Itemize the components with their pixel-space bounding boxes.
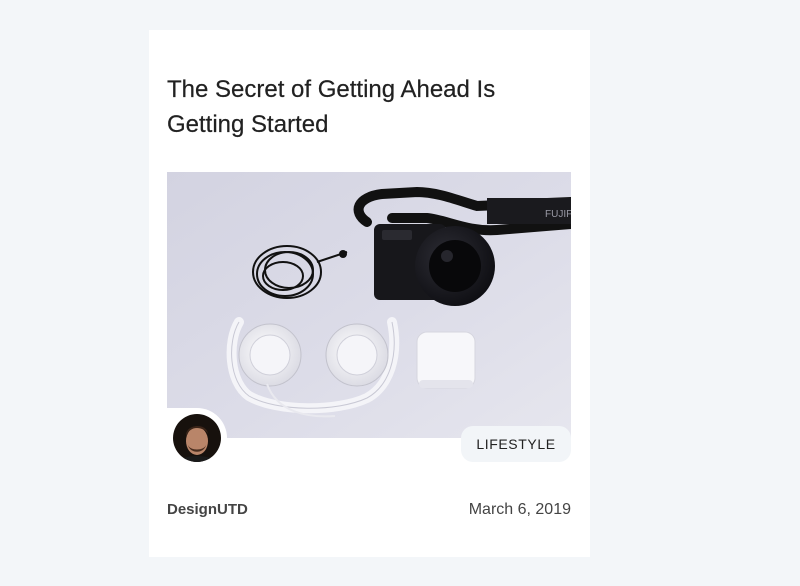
blog-post-card: The Secret of Getting Ahead Is Getting S… xyxy=(149,30,590,557)
post-featured-image[interactable]: FUJIFILM xyxy=(167,172,571,438)
svg-text:FUJIFILM: FUJIFILM xyxy=(545,209,571,220)
white-device xyxy=(416,331,476,389)
author-portrait xyxy=(173,414,221,462)
post-title[interactable]: The Secret of Getting Ahead Is Getting S… xyxy=(167,72,567,142)
author-avatar[interactable] xyxy=(167,408,227,468)
author-name[interactable]: DesignUTD xyxy=(167,501,248,518)
category-badge[interactable]: LIFESTYLE xyxy=(461,426,571,462)
post-date: March 6, 2019 xyxy=(468,501,571,518)
featured-photo: FUJIFILM xyxy=(167,172,571,438)
